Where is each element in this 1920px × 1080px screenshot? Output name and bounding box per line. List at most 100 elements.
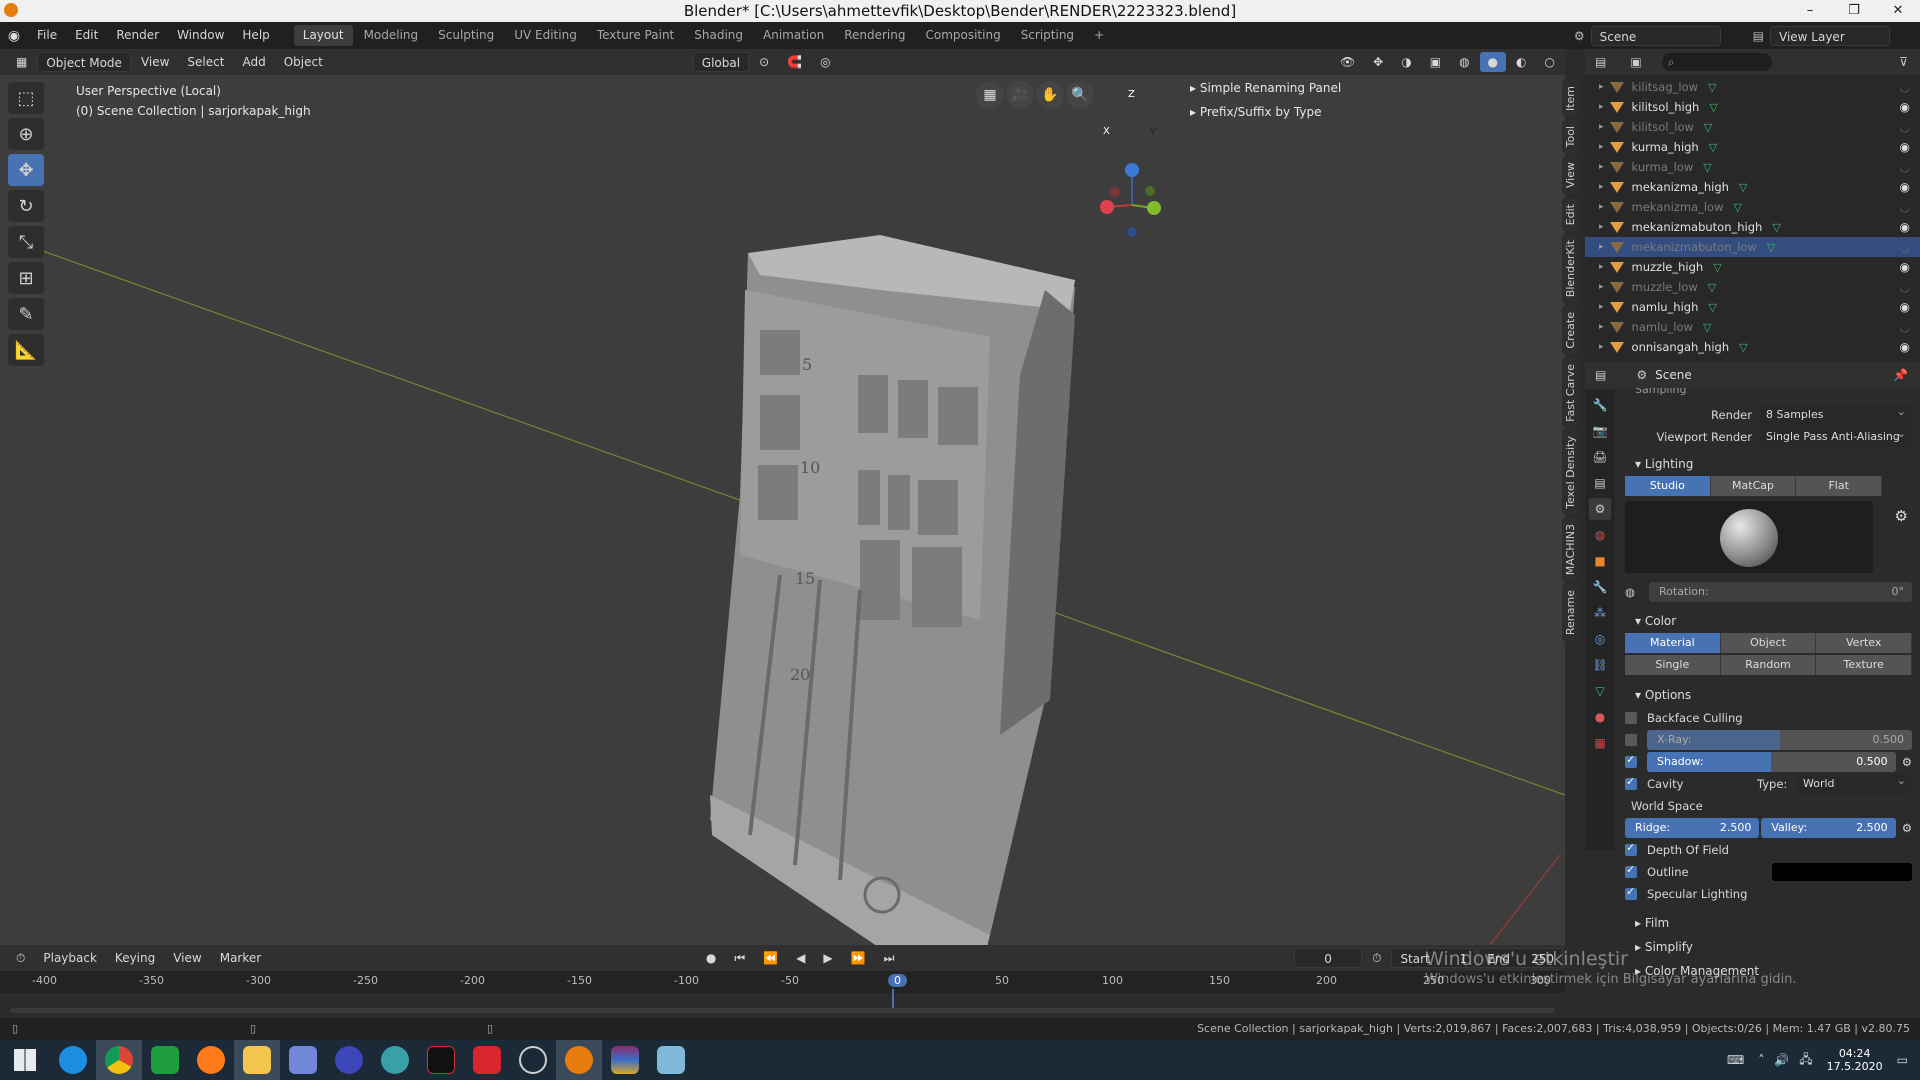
cavity-checkbox[interactable] (1625, 775, 1637, 790)
volume-icon[interactable]: 🔊 (1774, 1053, 1789, 1067)
outliner-row[interactable]: ▸ mekanizma_low ▽ ◡ (1585, 197, 1920, 217)
close-button[interactable]: ✕ (1876, 0, 1920, 22)
visibility-eye-icon[interactable]: ◡ (1900, 200, 1910, 214)
tab-fast-carve[interactable]: Fast Carve (1562, 357, 1579, 428)
material-shading-icon[interactable]: ◐ (1508, 52, 1534, 72)
xray-checkbox[interactable] (1625, 734, 1637, 746)
current-frame-field[interactable]: 0 (1293, 948, 1363, 968)
transform-icon[interactable]: ⊞ (8, 262, 44, 294)
gizmo-icon[interactable]: ✥ (1365, 52, 1391, 72)
expand-arrow-icon[interactable]: ▸ (1599, 162, 1604, 172)
light-settings-gear-icon[interactable]: ⚙ (1895, 507, 1908, 525)
timeline-ruler[interactable]: -400 -350 -300 -250 -200 -150 -100 -50 0 50 100 150… (0, 971, 1565, 1011)
filter-icon[interactable]: ⊽ (1899, 55, 1908, 69)
shadow-slider[interactable]: Shadow: 0.500 (1647, 752, 1896, 772)
blender-menu-icon[interactable]: ◉ (0, 28, 28, 44)
mode-selector[interactable]: Object Mode (37, 52, 131, 72)
scene-props-icon[interactable]: ⚙ (1589, 498, 1611, 520)
timeline-view-menu[interactable]: View (165, 948, 209, 968)
tab-texture-paint[interactable]: Texture Paint (588, 25, 683, 46)
specular-checkbox[interactable] (1625, 885, 1637, 900)
tab-texel-density[interactable]: Texel Density (1562, 430, 1579, 516)
outliner-row[interactable]: ▸ mekanizmabuton_low ▽ ◡ (1585, 237, 1920, 257)
visibility-eye-icon[interactable]: ◡ (1900, 80, 1910, 94)
shadow-checkbox[interactable] (1625, 753, 1637, 768)
visibility-eye-icon[interactable]: ◡ (1900, 280, 1910, 294)
outline-color-swatch[interactable] (1772, 863, 1912, 881)
color-vertex-button[interactable]: Vertex (1816, 633, 1913, 653)
pan-hand-icon[interactable]: ✋ (1036, 81, 1064, 109)
dof-checkbox[interactable] (1625, 841, 1637, 856)
xray-icon[interactable]: ▣ (1422, 52, 1449, 72)
play-icon[interactable]: ▶ (815, 948, 840, 968)
color-texture-button[interactable]: Texture (1816, 655, 1913, 675)
keying-menu[interactable]: Keying (107, 948, 163, 968)
expand-arrow-icon[interactable]: ▸ (1599, 122, 1604, 132)
tab-modeling[interactable]: Modeling (355, 25, 428, 46)
visibility-eye-icon[interactable]: ◉ (1900, 340, 1910, 354)
lighting-studio-button[interactable]: Studio (1625, 476, 1711, 496)
expand-arrow-icon[interactable]: ▸ (1599, 342, 1604, 352)
prefix-suffix-panel[interactable]: ▸ Prefix/Suffix by Type (1190, 105, 1321, 119)
play-reverse-icon[interactable]: ◀ (788, 948, 813, 968)
taskbar-substance-icon[interactable] (464, 1040, 510, 1080)
outliner-type-icon[interactable]: ▤ (1595, 55, 1606, 69)
expand-arrow-icon[interactable]: ▸ (1599, 282, 1604, 292)
tab-rename[interactable]: Rename (1562, 584, 1579, 642)
outliner-row[interactable]: ▸ muzzle_low ▽ ◡ (1585, 277, 1920, 297)
camera-view-icon[interactable]: 🎥 (1006, 81, 1034, 109)
menu-object[interactable]: Object (276, 52, 331, 72)
menu-file[interactable]: File (28, 22, 66, 49)
cavity-settings-gear-icon[interactable]: ⚙ (1902, 821, 1912, 835)
simple-renaming-panel[interactable]: ▸ Simple Renaming Panel (1190, 81, 1341, 95)
view-layer-selector[interactable]: View Layer (1770, 25, 1890, 46)
tab-shading[interactable]: Shading (685, 25, 752, 46)
lighting-matcap-button[interactable]: MatCap (1710, 476, 1797, 496)
next-keyframe-icon[interactable]: ⏩ (843, 948, 874, 968)
properties-type-icon[interactable]: ▤ (1595, 368, 1606, 382)
output-props-icon[interactable]: 🖨 (1589, 446, 1611, 468)
expand-arrow-icon[interactable]: ▸ (1599, 82, 1604, 92)
annotate-icon[interactable]: ✎ (8, 298, 44, 330)
tab-view[interactable]: View (1562, 156, 1579, 195)
jump-start-icon[interactable]: ⏮ (726, 948, 753, 968)
tab-create[interactable]: Create (1562, 306, 1579, 355)
taskbar-notepad-icon[interactable] (648, 1040, 694, 1080)
3d-viewport[interactable]: 5 10 15 20 Z X Y User Perspective (Local… (0, 75, 1565, 945)
visibility-icon[interactable]: 👁 (1332, 52, 1363, 72)
orientation-selector[interactable]: Global (692, 52, 750, 72)
taskbar-3d-app-icon[interactable] (418, 1040, 464, 1080)
visibility-eye-icon[interactable]: ◉ (1900, 300, 1910, 314)
color-object-button[interactable]: Object (1720, 633, 1817, 653)
expand-arrow-icon[interactable]: ▸ (1599, 222, 1604, 232)
outliner-row[interactable]: ▸ mekanizmabuton_high ▽ ◉ (1585, 217, 1920, 237)
taskbar-store-icon[interactable] (142, 1040, 188, 1080)
color-single-button[interactable]: Single (1625, 655, 1721, 675)
particles-props-icon[interactable]: ⁂ (1589, 602, 1611, 624)
taskbar-ie-icon[interactable] (50, 1040, 96, 1080)
tab-layout[interactable]: Layout (293, 25, 353, 46)
rotation-slider[interactable]: Rotation: 0° (1649, 582, 1912, 602)
tab-animation[interactable]: Animation (754, 25, 833, 46)
menu-help[interactable]: Help (233, 22, 278, 49)
tab-machin3[interactable]: MACHIN3 (1562, 518, 1579, 582)
move-icon[interactable]: ✥ (8, 154, 44, 186)
expand-arrow-icon[interactable]: ▸ (1599, 322, 1604, 332)
menu-render[interactable]: Render (107, 22, 168, 49)
render-props-icon[interactable]: 📷 (1589, 420, 1611, 442)
measure-icon[interactable]: 📐 (8, 334, 44, 366)
minimize-button[interactable]: – (1788, 0, 1832, 22)
visibility-eye-icon[interactable]: ◉ (1900, 220, 1910, 234)
material-props-icon[interactable]: ● (1589, 706, 1611, 728)
lighting-flat-button[interactable]: Flat (1796, 476, 1883, 496)
visibility-eye-icon[interactable]: ◡ (1900, 120, 1910, 134)
xray-slider[interactable]: X-Ray: 0.500 (1647, 730, 1912, 750)
tab-tool[interactable]: Tool (1562, 120, 1579, 154)
timeline-editor-icon[interactable]: ⏱ (8, 948, 33, 968)
tab-sculpting[interactable]: Sculpting (429, 25, 503, 46)
tray-expand-icon[interactable]: ˄ (1758, 1053, 1764, 1067)
expand-arrow-icon[interactable]: ▸ (1599, 142, 1604, 152)
valley-slider[interactable]: Valley: 2.500 (1761, 818, 1896, 838)
film-panel-header[interactable]: ▸ Film (1625, 911, 1912, 935)
editor-type-icon[interactable]: ▦ (8, 52, 35, 72)
